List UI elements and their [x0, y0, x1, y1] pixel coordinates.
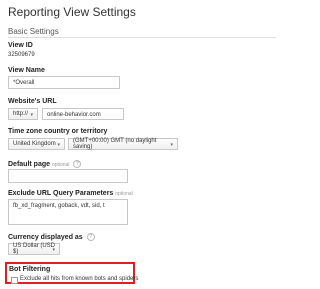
chevron-down-icon: ▾ — [57, 142, 60, 148]
view-name-label: View Name — [8, 67, 45, 74]
currency-label-text: Currency displayed as — [8, 233, 83, 241]
time-zone-value: (GMT+00:00) GMT (no daylight saving) — [73, 138, 157, 150]
default-page-input[interactable] — [8, 169, 128, 183]
section-divider — [8, 37, 276, 38]
protocol-value: http:// — [13, 111, 29, 117]
chevron-down-icon: ▾ — [30, 112, 33, 118]
exclude-params-textarea[interactable]: fb_xd_fragment, goback, vdt, sid, t — [8, 199, 128, 225]
default-page-label-text: Default page — [8, 160, 51, 168]
exclude-params-label: Exclude URL Query Parameters optional — [8, 190, 133, 197]
currency-select[interactable]: US Dollar (USD $) ▾ — [8, 243, 60, 255]
exclude-params-value: fb_xd_fragment, goback, vdt, sid, t — [13, 203, 105, 209]
exclude-params-label-text: Exclude URL Query Parameters — [8, 190, 114, 197]
country-value: United Kingdom — [13, 141, 56, 147]
time-zone-label: Time zone country or territory — [8, 128, 108, 135]
protocol-select[interactable]: http:// ▾ — [8, 108, 38, 120]
view-id-value: 32509679 — [8, 52, 35, 58]
bot-filtering-checkbox[interactable] — [11, 277, 18, 284]
country-select[interactable]: United Kingdom ▾ — [8, 138, 65, 150]
section-title: Basic Settings — [8, 27, 59, 36]
bot-filtering-checkbox-label[interactable]: Exclude all hits from known bots and spi… — [20, 276, 138, 282]
view-name-value: *Overall — [13, 80, 35, 86]
view-name-input[interactable]: *Overall — [8, 76, 120, 89]
optional-tag: optional — [115, 191, 133, 197]
website-url-label: Website's URL — [8, 98, 57, 105]
website-url-value: online-behavior.com — [47, 112, 101, 118]
chevron-down-icon: ▾ — [170, 142, 173, 148]
help-icon[interactable]: ? — [86, 233, 95, 241]
website-url-input[interactable]: online-behavior.com — [42, 108, 124, 120]
default-page-label: Default page optional ? — [8, 160, 82, 168]
page-title: Reporting View Settings — [8, 5, 136, 19]
view-id-label: View ID — [8, 42, 33, 49]
help-icon[interactable]: ? — [73, 160, 82, 168]
currency-label: Currency displayed as ? — [8, 233, 95, 241]
chevron-down-icon: ▾ — [52, 247, 55, 253]
optional-tag: optional — [51, 161, 70, 168]
time-zone-select[interactable]: (GMT+00:00) GMT (no daylight saving) ▾ — [68, 138, 178, 150]
bot-filtering-label: Bot Filtering — [9, 266, 51, 273]
